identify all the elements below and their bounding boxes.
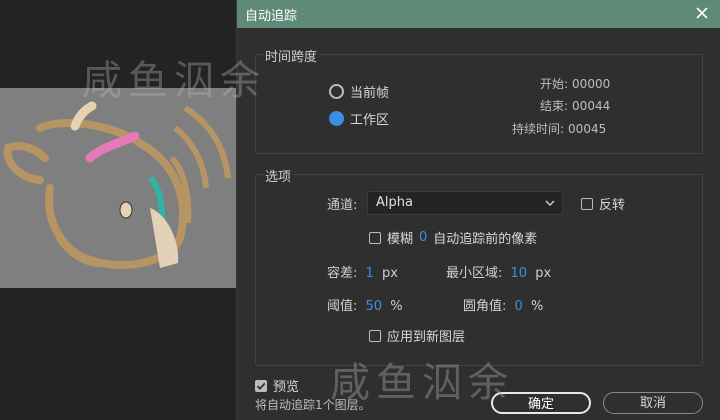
- channel-label: 通道:: [327, 198, 358, 213]
- start-label: 开始:: [540, 77, 569, 91]
- options-legend: 选项: [263, 166, 294, 185]
- blur-label: 模糊: [387, 232, 414, 247]
- radio-current-frame-button[interactable]: [329, 84, 344, 99]
- radio-work-area-label: 工作区: [350, 113, 390, 128]
- character-artwork-image: [3, 101, 231, 269]
- invert-label: 反转: [599, 198, 626, 213]
- threshold-unit: %: [390, 299, 403, 314]
- channel-select[interactable]: Alpha: [367, 191, 563, 215]
- radio-current-frame[interactable]: 当前帧: [329, 82, 389, 101]
- tolerance-label: 容差:: [327, 266, 358, 281]
- composition-preview: [0, 88, 236, 288]
- tolerance-row: 容差: 1 px: [327, 262, 398, 281]
- end-info: 结束: 00044: [540, 97, 610, 114]
- ok-button[interactable]: 确定: [491, 392, 591, 414]
- min-area-unit: px: [535, 266, 552, 281]
- start-info: 开始: 00000: [540, 75, 610, 92]
- end-label: 结束:: [540, 99, 569, 113]
- preview-checkbox-box[interactable]: [255, 379, 267, 392]
- dialog-titlebar: 自动追踪: [237, 0, 720, 28]
- auto-trace-dialog: 自动追踪 时间跨度 当前帧 工作区 开始: 00000 结束: 00044 持续时间…: [236, 0, 720, 420]
- chevron-down-icon: [545, 200, 555, 206]
- blur-suffix: 自动追踪前的像素: [433, 232, 538, 247]
- close-icon[interactable]: [693, 4, 711, 22]
- corner-unit: %: [530, 299, 544, 314]
- start-value: 00000: [572, 77, 611, 91]
- corner-row: 圆角值: 0 %: [463, 295, 543, 314]
- time-span-legend: 时间跨度: [263, 46, 320, 65]
- min-area-row: 最小区域: 10 px: [446, 262, 551, 281]
- preview-checkbox[interactable]: 预览: [255, 376, 299, 395]
- preview-label: 预览: [273, 380, 300, 395]
- apply-new-layer-checkbox-box[interactable]: [369, 329, 381, 342]
- corner-value[interactable]: 0: [515, 299, 523, 314]
- threshold-value[interactable]: 50: [366, 299, 383, 314]
- invert-checkbox[interactable]: 反转: [581, 194, 625, 213]
- blur-checkbox-box[interactable]: [369, 231, 381, 244]
- end-value: 00044: [572, 99, 611, 113]
- blur-checkbox[interactable]: 模糊 0 自动追踪前的像素: [369, 228, 537, 247]
- radio-current-frame-label: 当前帧: [350, 86, 390, 101]
- threshold-row: 阈值: 50 %: [327, 295, 403, 314]
- duration-label: 持续时间:: [512, 122, 565, 136]
- composition-panel: [0, 0, 236, 420]
- radio-work-area-button[interactable]: [329, 111, 344, 126]
- blur-value[interactable]: 0: [419, 230, 427, 245]
- tolerance-value[interactable]: 1: [366, 266, 374, 281]
- status-text: 将自动追踪1个图层。: [255, 398, 371, 412]
- channel-select-value: Alpha: [376, 195, 413, 210]
- invert-checkbox-box[interactable]: [581, 197, 593, 210]
- apply-new-layer-label: 应用到新图层: [387, 330, 466, 345]
- threshold-label: 阈值:: [327, 299, 358, 314]
- dialog-title: 自动追踪: [245, 9, 298, 24]
- radio-work-area[interactable]: 工作区: [329, 109, 389, 128]
- apply-new-layer-checkbox[interactable]: 应用到新图层: [369, 326, 465, 345]
- corner-label: 圆角值:: [463, 299, 507, 314]
- tolerance-unit: px: [381, 266, 398, 281]
- time-span-group: [255, 54, 703, 154]
- checkmark-icon: [256, 382, 266, 390]
- min-area-value[interactable]: 10: [511, 266, 528, 281]
- duration-info: 持续时间: 00045: [512, 120, 606, 137]
- duration-value: 00045: [568, 122, 607, 136]
- cancel-button[interactable]: 取消: [603, 392, 703, 414]
- min-area-label: 最小区域:: [446, 266, 503, 281]
